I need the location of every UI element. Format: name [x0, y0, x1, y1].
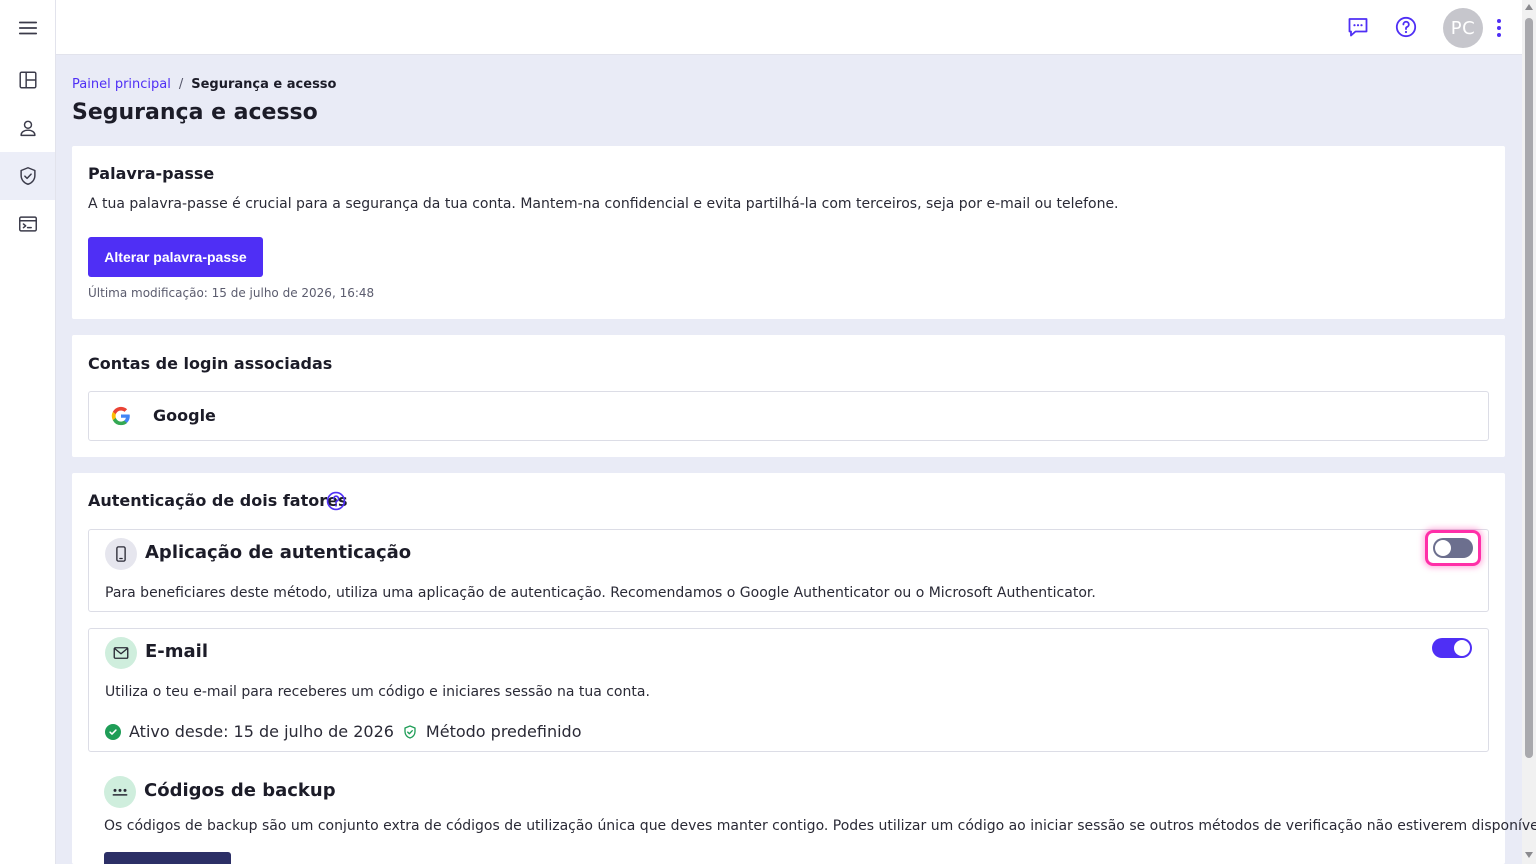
more-menu-button[interactable] — [1489, 16, 1509, 40]
method-email: E-mail Utiliza o teu e-mail para receber… — [88, 628, 1489, 752]
smartphone-icon — [116, 546, 126, 562]
toggle-knob — [1454, 640, 1470, 656]
backup-codes-title: Códigos de backup — [144, 780, 336, 801]
method-icon-badge — [105, 637, 137, 669]
breadcrumb-link-dashboard[interactable]: Painel principal — [72, 77, 171, 92]
generate-backup-codes-button[interactable] — [104, 852, 231, 864]
chat-icon — [1348, 18, 1368, 37]
scroll-thumb[interactable] — [1525, 18, 1533, 758]
email-toggle[interactable] — [1432, 638, 1472, 658]
avatar[interactable]: PC — [1443, 8, 1483, 48]
shield-check-icon — [404, 724, 416, 739]
method-icon-badge — [105, 538, 137, 570]
scroll-up-arrow[interactable] — [1525, 4, 1533, 10]
password-description: A tua palavra-passe é crucial para a seg… — [88, 196, 1119, 212]
breadcrumb-separator: / — [178, 77, 184, 92]
change-password-button[interactable]: Alterar palavra-passe — [88, 237, 263, 277]
hamburger-menu-icon — [18, 21, 37, 35]
linked-accounts-title: Contas de login associadas — [88, 354, 333, 373]
help-circle-icon[interactable] — [325, 490, 347, 512]
password-card: Palavra-passe A tua palavra-passe é cruc… — [72, 146, 1505, 319]
breadcrumb: Painel principal / Segurança e acesso — [72, 77, 336, 92]
backup-codes-description: Os códigos de backup são um conjunto ext… — [104, 818, 1536, 834]
page-title: Segurança e acesso — [72, 100, 318, 125]
breadcrumb-current: Segurança e acesso — [191, 77, 337, 92]
sidebar-item-profile[interactable] — [0, 104, 55, 152]
kebab-dot — [1497, 19, 1501, 23]
method-title: Aplicação de autenticação — [145, 542, 412, 563]
linked-accounts-card: Contas de login associadas Google — [72, 335, 1505, 457]
method-description: Utiliza o teu e-mail para receberes um c… — [105, 684, 650, 700]
google-logo-icon — [111, 406, 130, 426]
person-icon — [19, 120, 36, 137]
google-account-label: Google — [153, 406, 216, 425]
last-modified-text: Última modificação: 15 de julho de 2026,… — [88, 286, 375, 300]
sidebar-item-terminal[interactable] — [0, 200, 55, 248]
feedback-button[interactable] — [1344, 13, 1372, 41]
default-method-text: Método predefinido — [425, 722, 582, 741]
dashboard-icon — [18, 71, 37, 89]
password-card-title: Palavra-passe — [88, 164, 215, 183]
sidebar-item-security[interactable] — [0, 152, 55, 200]
method-description: Para beneficiares deste método, utiliza … — [105, 585, 1096, 601]
mail-icon — [113, 647, 129, 659]
help-circle-icon — [1395, 16, 1417, 38]
authenticator-app-toggle[interactable] — [1433, 538, 1473, 558]
menu-button[interactable] — [0, 4, 55, 52]
active-since-text: Ativo desde: 15 de julho de 2026 — [129, 722, 394, 741]
linked-account-google[interactable]: Google — [88, 391, 1489, 441]
sidebar-item-dashboard[interactable] — [0, 56, 55, 104]
kebab-dot — [1497, 26, 1501, 30]
check-circle-icon — [105, 723, 121, 740]
kebab-dot — [1497, 33, 1501, 37]
email-status-row: Ativo desde: 15 de julho de 2026 Método … — [105, 722, 582, 741]
toggle-knob — [1435, 540, 1451, 556]
topbar: PC — [56, 0, 1522, 55]
shield-check-icon — [19, 167, 36, 185]
page-scrollbar[interactable] — [1522, 0, 1536, 864]
sidebar — [0, 0, 56, 864]
method-authenticator-app: Aplicação de autenticação Para beneficia… — [88, 529, 1489, 612]
two-factor-title: Autenticação de dois fatores — [88, 491, 348, 510]
method-icon-badge — [104, 776, 136, 808]
dots-icon — [112, 788, 128, 796]
scroll-down-arrow[interactable] — [1525, 852, 1533, 858]
two-factor-card: Autenticação de dois fatores Aplicação d… — [72, 473, 1536, 864]
method-title: E-mail — [145, 641, 209, 662]
help-button[interactable] — [1392, 13, 1420, 41]
terminal-icon — [18, 216, 37, 232]
